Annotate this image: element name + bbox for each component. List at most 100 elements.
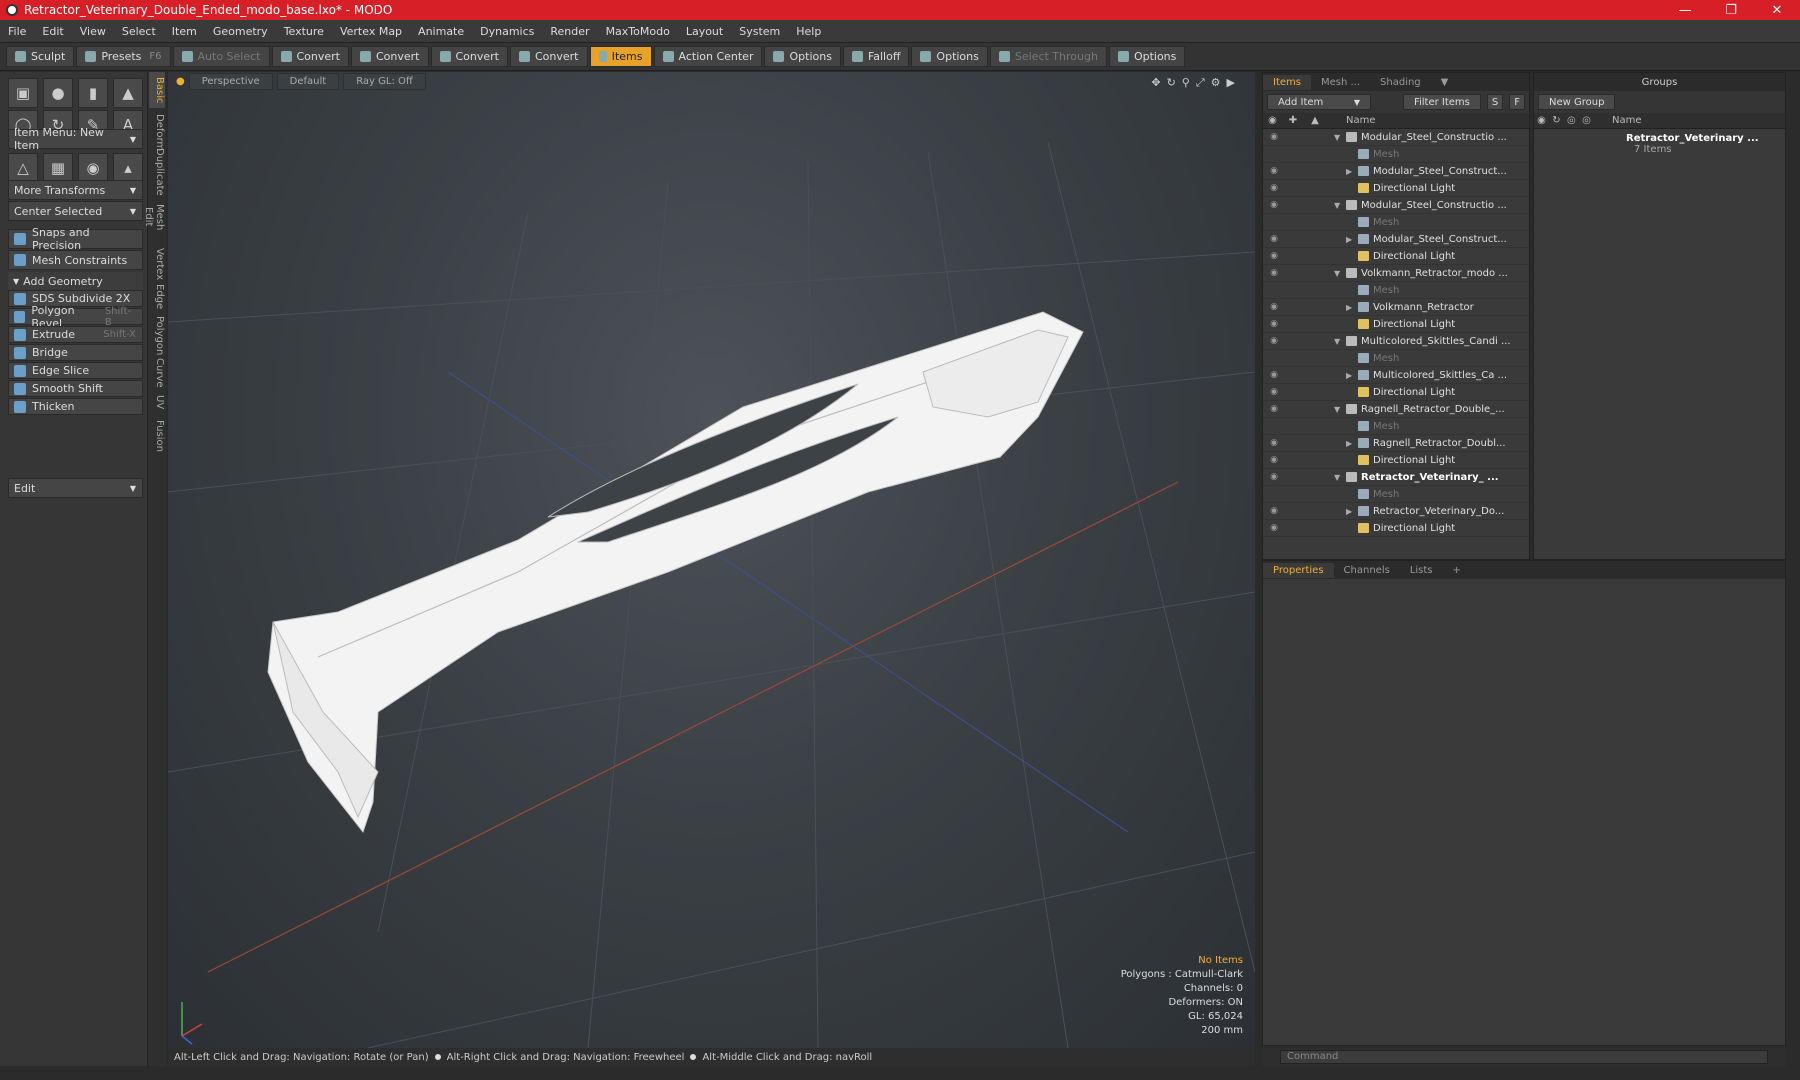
item-row[interactable]: ◉ Directional Light xyxy=(1263,248,1529,265)
tab-channels[interactable]: Channels xyxy=(1334,563,1400,578)
item-row[interactable]: ◉ Directional Light xyxy=(1263,384,1529,401)
new-group-button[interactable]: New Group xyxy=(1538,94,1616,110)
toolbar-convert-button[interactable]: Convert xyxy=(510,46,588,67)
menu-item-texture[interactable]: Texture xyxy=(276,25,332,38)
tool-extrude-button[interactable]: Extrude Shift-X xyxy=(8,326,143,343)
tool-smooth-shift-button[interactable]: Smooth Shift xyxy=(8,380,143,397)
menu-item-view[interactable]: View xyxy=(72,25,114,38)
tab-lists[interactable]: Lists xyxy=(1400,563,1443,578)
toolbar-falloff-button[interactable]: Falloff xyxy=(842,46,910,67)
eye-icon[interactable]: ◉ xyxy=(1266,387,1282,397)
edit-dropdown[interactable]: Edit ▼ xyxy=(8,478,143,498)
vtab-curve[interactable]: Curve xyxy=(149,354,165,388)
toolbar-convert-button[interactable]: Convert xyxy=(351,46,429,67)
tab-raygl[interactable]: Ray GL: Off xyxy=(343,72,426,90)
item-row[interactable]: ◉ ▶ Multicolored_Skittles_Ca ... xyxy=(1263,367,1529,384)
chevron-right-icon[interactable]: ▶ xyxy=(1346,235,1358,244)
plane-icon[interactable]: ▴ xyxy=(113,153,143,183)
toolbar-convert-button[interactable]: Convert xyxy=(430,46,508,67)
3d-viewport[interactable]: ● Perspective Default Ray GL: Off ✥ ↻ ⚲ … xyxy=(168,72,1255,1048)
eye-icon[interactable]: ◉ xyxy=(1266,132,1282,142)
vtab-basic[interactable]: Basic xyxy=(149,72,165,108)
menu-item-layout[interactable]: Layout xyxy=(678,25,731,38)
chevron-right-icon[interactable]: ▶ xyxy=(1346,167,1358,176)
sphere-icon[interactable]: ● xyxy=(43,78,73,108)
eye-icon[interactable]: ◉ xyxy=(1266,472,1282,482)
tab-shading[interactable]: Shading xyxy=(1370,75,1431,90)
menu-item-system[interactable]: System xyxy=(731,25,788,38)
add-item-button[interactable]: Add Item ▼ xyxy=(1267,94,1371,110)
item-row[interactable]: ◉ Directional Light xyxy=(1263,452,1529,469)
menu-item-animate[interactable]: Animate xyxy=(410,25,472,38)
more-transforms-dropdown[interactable]: More Transforms ▼ xyxy=(8,180,143,200)
menu-item-maxtomodo[interactable]: MaxToModo xyxy=(598,25,678,38)
zoom-icon[interactable]: ⚲ xyxy=(1182,76,1190,90)
eye-icon[interactable]: ◉ xyxy=(1266,234,1282,244)
item-row[interactable]: Mesh xyxy=(1263,350,1529,367)
transform-icon[interactable]: △ xyxy=(8,153,38,183)
eye-icon[interactable]: ◉ xyxy=(1266,166,1282,176)
menu-item-vertex-map[interactable]: Vertex Map xyxy=(332,25,410,38)
chevron-right-icon[interactable]: ▶ xyxy=(1346,439,1358,448)
vtab-edge[interactable]: Edge xyxy=(149,280,165,310)
item-row[interactable]: ◉ ▶ Retractor_Veterinary_Do... xyxy=(1263,503,1529,520)
tab-mesh[interactable]: Mesh ... xyxy=(1311,75,1370,90)
eye-icon[interactable]: ◉ xyxy=(1266,302,1282,312)
item-row[interactable]: ◉ ▼ Ragnell_Retractor_Double_... xyxy=(1263,401,1529,418)
item-row[interactable]: Mesh xyxy=(1263,486,1529,503)
cube-icon[interactable]: ▣ xyxy=(8,78,38,108)
item-row[interactable]: Mesh xyxy=(1263,146,1529,163)
pan-icon[interactable]: ✥ xyxy=(1151,76,1160,90)
item-row[interactable]: ◉ ▼ Retractor_Veterinary_ ... xyxy=(1263,469,1529,486)
add-tab-button[interactable]: + xyxy=(1443,563,1471,578)
command-input[interactable]: Command xyxy=(1280,1050,1768,1064)
item-row[interactable]: ◉ ▼ Volkmann_Retractor_modo ... xyxy=(1263,265,1529,282)
eye-icon[interactable]: ◉ xyxy=(1266,268,1282,278)
f-toggle-button[interactable]: F xyxy=(1509,94,1525,110)
close-icon[interactable]: ✕ xyxy=(1754,3,1800,18)
tool-polygon-bevel-button[interactable]: Polygon Bevel Shift-B xyxy=(8,304,143,330)
mesh-constraints-button[interactable]: Mesh Constraints xyxy=(8,250,143,270)
toolbar-options-button[interactable]: Options xyxy=(911,46,988,67)
eye-icon[interactable]: ◉ xyxy=(1266,455,1282,465)
eye-icon[interactable]: ◉ xyxy=(1266,523,1282,533)
render-icon[interactable]: ▲ xyxy=(1304,115,1326,126)
tool-edge-slice-button[interactable]: Edge Slice xyxy=(8,362,143,379)
chevron-right-icon[interactable]: ▶ xyxy=(1346,303,1358,312)
vtab-vertex[interactable]: Vertex xyxy=(149,244,165,280)
eye-icon[interactable]: ◉ xyxy=(1266,336,1282,346)
menu-item-render[interactable]: Render xyxy=(542,25,597,38)
snaps-button[interactable]: Snaps and Precision xyxy=(8,226,143,252)
toolbar-convert-button[interactable]: Convert xyxy=(271,46,349,67)
item-row[interactable]: ◉ ▶ Volkmann_Retractor xyxy=(1263,299,1529,316)
menu-item-geometry[interactable]: Geometry xyxy=(205,25,276,38)
chevron-down-icon[interactable]: ▼ xyxy=(1334,473,1346,482)
item-row[interactable]: Mesh xyxy=(1263,214,1529,231)
menu-item-item[interactable]: Item xyxy=(164,25,205,38)
toolbar-options-button[interactable]: Options xyxy=(764,46,841,67)
add-geometry-section[interactable]: ▼ Add Geometry xyxy=(8,272,143,290)
toolbar-auto-select-button[interactable]: Auto Select xyxy=(172,46,270,67)
tab-default[interactable]: Default xyxy=(276,72,340,90)
item-row[interactable]: Mesh xyxy=(1263,418,1529,435)
chevron-right-icon[interactable]: ▶ xyxy=(1346,371,1358,380)
expand-icon[interactable]: ▶ xyxy=(1227,76,1235,90)
tool-bridge-button[interactable]: Bridge xyxy=(8,344,143,361)
menu-item-dynamics[interactable]: Dynamics xyxy=(472,25,542,38)
globe-icon[interactable]: ◉ xyxy=(78,153,108,183)
toolbar-options-button[interactable]: Options xyxy=(1108,46,1186,67)
item-row[interactable]: ◉ Directional Light xyxy=(1263,180,1529,197)
item-row[interactable]: ◉ ▼ Multicolored_Skittles_Candi ... xyxy=(1263,333,1529,350)
tab-perspective[interactable]: Perspective xyxy=(188,72,273,90)
vtab-polygon[interactable]: Polygon xyxy=(149,312,165,355)
chevron-down-icon[interactable]: ▼ xyxy=(1334,133,1346,142)
menu-item-file[interactable]: File xyxy=(0,25,34,38)
toolbar-presets-button[interactable]: Presets F6 xyxy=(76,46,171,67)
cylinder-icon[interactable]: ▮ xyxy=(78,78,108,108)
toolbar-action-center-button[interactable]: Action Center xyxy=(653,46,763,67)
menu-item-help[interactable]: Help xyxy=(788,25,829,38)
chevron-right-icon[interactable]: ▶ xyxy=(1346,507,1358,516)
minimize-icon[interactable]: — xyxy=(1662,3,1708,18)
lock-icon[interactable]: ✚ xyxy=(1282,115,1304,126)
rotate-icon[interactable]: ↻ xyxy=(1167,76,1176,90)
